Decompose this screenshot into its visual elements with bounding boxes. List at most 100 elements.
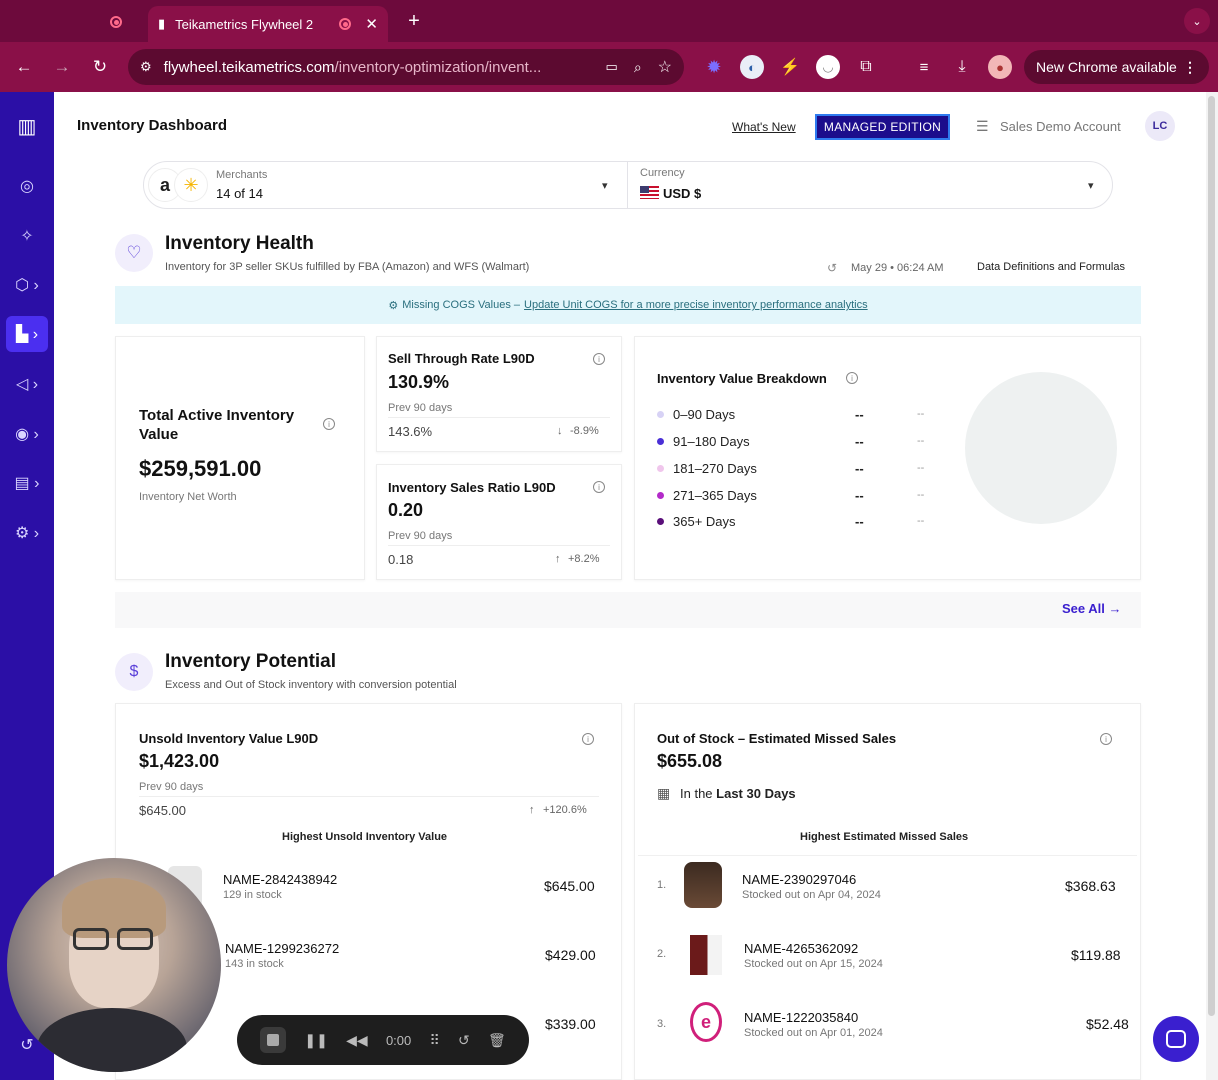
new-chrome-label: New Chrome available	[1036, 59, 1177, 75]
oos-item-date: Stocked out on Apr 04, 2024	[742, 889, 881, 901]
scrollbar-thumb[interactable]	[1208, 96, 1215, 1016]
legend-dot	[657, 410, 664, 418]
camera-icon[interactable]: ▭	[606, 59, 618, 75]
chevron-down-icon[interactable]: ▾	[602, 179, 608, 192]
teikametrics-logo-icon[interactable]: ▥	[0, 108, 54, 144]
box-icon[interactable]: ⬡ ›	[0, 267, 54, 303]
stop-button[interactable]	[260, 1027, 287, 1053]
arrow-down-icon: ↓	[557, 425, 563, 437]
see-all-bar	[115, 592, 1141, 628]
breakdown-value: --	[855, 460, 864, 476]
new-chrome-button[interactable]: New Chrome available ⋮	[1024, 50, 1209, 84]
history-icon: ↺	[827, 261, 838, 275]
see-all-link[interactable]: See All →	[1062, 601, 1121, 616]
reload-icon[interactable]: ↻	[88, 55, 112, 79]
info-icon[interactable]: i	[1100, 733, 1112, 745]
currency-value[interactable]: USD $	[663, 186, 701, 201]
unsold-item-name[interactable]: NAME-1299236272	[225, 941, 339, 956]
breakdown-percent: --	[917, 435, 925, 447]
forward-icon[interactable]: →	[50, 55, 74, 79]
back-icon[interactable]: ←	[12, 55, 36, 79]
tab-search-icon[interactable]: ⌄	[1184, 8, 1210, 34]
unsold-item-name[interactable]: NAME-2842438942	[223, 872, 337, 887]
tab-active[interactable]: ▮ Teikametrics Flywheel 2 ✕	[148, 6, 388, 42]
health-subtitle: Inventory for 3P seller SKUs fulfilled b…	[165, 261, 530, 273]
info-icon[interactable]: i	[593, 353, 605, 365]
drag-handle-icon[interactable]: ⠿	[430, 1032, 440, 1049]
whats-new-link[interactable]: What's New	[732, 120, 796, 134]
divider	[139, 796, 599, 797]
oos-item-name[interactable]: NAME-4265362092	[744, 941, 858, 956]
chat-launcher-button[interactable]	[1153, 1016, 1199, 1062]
breakdown-percent: --	[917, 408, 925, 420]
chevron-down-icon[interactable]: ▾	[1088, 179, 1094, 192]
oos-item-name[interactable]: NAME-2390297046	[742, 872, 856, 887]
sell-through-label: Sell Through Rate L90D	[388, 351, 535, 366]
unsold-value: $1,423.00	[139, 751, 220, 771]
potential-subtitle: Excess and Out of Stock inventory with c…	[165, 679, 457, 691]
target-icon[interactable]: ◉ ›	[0, 416, 54, 452]
cogs-gear-icon: ⚙	[388, 299, 399, 312]
zoom-icon[interactable]: ⌕	[634, 59, 642, 76]
address-bar[interactable]: ⚙ flywheel.teikametrics.com/inventory-op…	[128, 49, 684, 85]
extensions-puzzle-icon[interactable]: ⧉	[854, 55, 878, 79]
merchants-value[interactable]: 14 of 14	[216, 186, 263, 201]
chart-icon[interactable]: ▤ ›	[0, 465, 54, 501]
restart-icon[interactable]: ↺	[458, 1032, 470, 1049]
info-icon[interactable]: i	[593, 481, 605, 493]
avatar[interactable]: LC	[1145, 111, 1175, 141]
more-menu-icon[interactable]: ⋮	[1183, 59, 1197, 76]
oos-list-title: Highest Estimated Missed Sales	[800, 831, 969, 843]
breakdown-value: --	[855, 433, 864, 449]
heart-pulse-icon: ♡	[115, 234, 153, 272]
settings-icon[interactable]: ⚙ ›	[0, 515, 54, 551]
megaphone-icon[interactable]: ◁ ›	[0, 366, 54, 402]
oos-item-name[interactable]: NAME-1222035840	[744, 1010, 858, 1025]
tab-inactive[interactable]	[92, 8, 140, 36]
breakdown-label: 91–180 Days	[673, 433, 750, 449]
oos-item-value: $368.63	[1065, 878, 1116, 894]
bookmark-star-icon[interactable]: ☆	[658, 57, 672, 77]
recording-time: 0:00	[385, 1032, 412, 1048]
menu-icon[interactable]: ☰	[976, 118, 989, 135]
info-icon[interactable]: i	[323, 418, 335, 430]
extension-spark-icon[interactable]: ✹	[702, 55, 726, 79]
sales-ratio-value: 0.20	[388, 500, 424, 520]
oos-period: In the Last 30 Days	[680, 786, 796, 801]
last-updated: May 29 • 06:24 AM	[851, 262, 944, 274]
rank: 2.	[657, 948, 667, 960]
breakdown-label: 365+ Days	[673, 513, 736, 529]
oos-label: Out of Stock – Estimated Missed Sales	[657, 731, 897, 746]
info-icon[interactable]: i	[846, 372, 858, 384]
new-tab-icon[interactable]: +	[404, 10, 424, 32]
compass-icon[interactable]: ◎	[0, 168, 54, 204]
download-icon[interactable]: ⤓	[950, 55, 974, 79]
close-tab-icon[interactable]: ✕	[365, 15, 378, 33]
data-definitions-link[interactable]: Data Definitions and Formulas	[977, 261, 1125, 273]
arrow-up-icon: ↑	[555, 553, 561, 565]
lightbulb-icon[interactable]: ✧	[0, 218, 54, 254]
oos-period-prefix: In the	[680, 786, 713, 801]
breakdown-label: 271–365 Days	[673, 487, 757, 503]
site-settings-icon[interactable]: ⚙	[140, 59, 152, 75]
extension-lens-icon[interactable]: ◐	[740, 55, 764, 79]
inventory-icon[interactable]: ▙ ›	[6, 316, 48, 352]
managed-edition-badge[interactable]: MANAGED EDITION	[815, 114, 950, 140]
info-icon[interactable]: i	[582, 733, 594, 745]
banner-prefix: Missing COGS Values –	[402, 299, 521, 311]
rewind-icon[interactable]: ◀◀	[346, 1032, 368, 1049]
media-queue-icon[interactable]: ≡	[912, 55, 936, 79]
health-title: Inventory Health	[165, 233, 314, 254]
extension-avatar-icon[interactable]: ◡	[816, 55, 840, 79]
pause-icon[interactable]: ❚❚	[304, 1032, 327, 1049]
legend-dot	[657, 437, 664, 445]
sell-through-delta: -8.9%	[570, 425, 599, 437]
account-name[interactable]: Sales Demo Account	[1000, 119, 1121, 134]
trash-icon[interactable]: 🗑	[488, 1032, 506, 1049]
update-cogs-link[interactable]: Update Unit COGS for a more precise inve…	[524, 299, 868, 311]
breakdown-value: --	[855, 406, 864, 422]
profile-icon[interactable]: ●	[988, 55, 1012, 79]
chat-icon	[1166, 1030, 1186, 1048]
prev-label: Prev 90 days	[139, 781, 204, 793]
extension-bolt-icon[interactable]: ⚡	[778, 55, 802, 79]
